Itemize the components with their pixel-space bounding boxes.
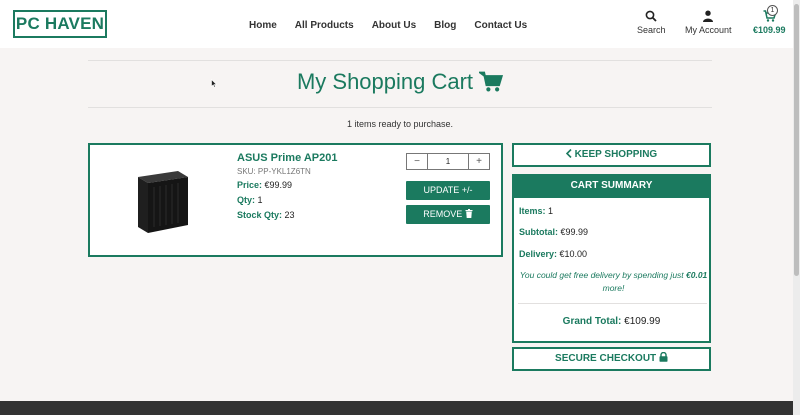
- trash-icon: [465, 209, 473, 218]
- page-title-text: My Shopping Cart: [296, 69, 474, 94]
- stock-label: Stock Qty:: [237, 210, 283, 220]
- nav-link-home[interactable]: Home: [249, 20, 277, 31]
- nav-link-about-us[interactable]: About Us: [372, 20, 416, 31]
- nav-link-blog[interactable]: Blog: [434, 20, 456, 31]
- scrollbar-thumb[interactable]: [794, 4, 799, 276]
- title-divider: [88, 107, 712, 108]
- product-stock: Stock Qty: 23: [237, 210, 295, 220]
- free-delivery-amount: €0.01: [686, 270, 708, 280]
- nav-link-all-products[interactable]: All Products: [295, 20, 354, 31]
- keep-shopping-label: KEEP SHOPPING: [574, 149, 658, 160]
- quantity-input[interactable]: 1: [427, 154, 469, 169]
- product-sku: SKU: PP-YKL1Z6TN: [237, 167, 311, 176]
- increment-button[interactable]: +: [469, 154, 489, 169]
- top-navbar: PC HAVEN Home All Products About Us Blog…: [0, 0, 800, 48]
- grand-total-label: Grand Total:: [562, 316, 622, 327]
- secure-checkout-button[interactable]: SECURE CHECKOUT: [512, 347, 711, 371]
- nav-account-label: My Account: [685, 25, 732, 35]
- nav-link-contact-us[interactable]: Contact Us: [474, 20, 527, 31]
- subtotal-label: Subtotal:: [519, 227, 558, 237]
- page-footer: [0, 401, 800, 415]
- page-scrollbar[interactable]: [793, 0, 800, 415]
- items-value: 1: [545, 206, 554, 216]
- main-nav-links: Home All Products About Us Blog Contact …: [249, 20, 545, 31]
- product-image: [138, 171, 188, 233]
- cart-count-badge: 1: [767, 5, 778, 16]
- nav-cart[interactable]: 1 €109.99: [753, 5, 786, 35]
- delivery-value: €10.00: [557, 249, 588, 259]
- nav-account[interactable]: My Account: [685, 10, 732, 35]
- product-qty: Qty: 1: [237, 195, 263, 205]
- keep-shopping-button[interactable]: KEEP SHOPPING: [512, 143, 711, 167]
- product-price: Price: €99.99: [237, 180, 292, 190]
- qty-value: 1: [255, 195, 263, 205]
- chevron-left-icon: [565, 148, 572, 159]
- cart-summary-header: CART SUMMARY: [512, 174, 711, 198]
- secure-checkout-label: SECURE CHECKOUT: [555, 353, 657, 364]
- cart-summary-panel: Items: 1 Subtotal: €99.99 Delivery: €10.…: [512, 198, 711, 343]
- cart-item-card: ASUS Prime AP201 SKU: PP-YKL1Z6TN Price:…: [88, 143, 503, 257]
- top-divider: [88, 60, 712, 61]
- nav-search[interactable]: Search: [637, 10, 666, 35]
- free-delivery-text: You could get free delivery by spending …: [519, 270, 687, 280]
- summary-items: Items: 1: [519, 206, 553, 216]
- cart-item-count-text: 1 items ready to purchase.: [346, 119, 454, 129]
- site-logo[interactable]: PC HAVEN: [13, 10, 107, 38]
- items-label: Items:: [519, 206, 546, 216]
- nav-search-label: Search: [637, 25, 666, 35]
- delivery-label: Delivery:: [519, 249, 558, 259]
- user-icon: [703, 10, 714, 22]
- update-button[interactable]: UPDATE +/-: [406, 181, 490, 200]
- nav-cart-total: €109.99: [753, 25, 786, 35]
- qty-label: Qty:: [237, 195, 255, 205]
- subtotal-value: €99.99: [558, 227, 589, 237]
- grand-total: Grand Total: €109.99: [514, 316, 709, 327]
- price-label: Price:: [237, 180, 263, 190]
- grand-total-value: €109.99: [621, 316, 661, 327]
- cart-icon: [477, 71, 504, 92]
- quantity-stepper: − 1 +: [406, 153, 490, 170]
- free-delivery-note: You could get free delivery by spending …: [518, 269, 709, 295]
- product-name-link[interactable]: ASUS Prime AP201: [237, 152, 337, 164]
- mouse-cursor-icon: [211, 79, 217, 88]
- decrement-button[interactable]: −: [407, 154, 427, 169]
- summary-subtotal: Subtotal: €99.99: [519, 227, 588, 237]
- page-title: My Shopping Cart: [0, 69, 800, 95]
- summary-delivery: Delivery: €10.00: [519, 249, 587, 259]
- price-value: €99.99: [262, 180, 293, 190]
- summary-divider: [518, 303, 707, 304]
- stock-value: 23: [282, 210, 295, 220]
- lock-icon: [659, 351, 668, 362]
- free-delivery-suffix: more!: [602, 283, 625, 293]
- remove-button[interactable]: REMOVE: [406, 205, 490, 224]
- remove-button-label: REMOVE: [423, 209, 463, 219]
- search-icon: [645, 10, 657, 22]
